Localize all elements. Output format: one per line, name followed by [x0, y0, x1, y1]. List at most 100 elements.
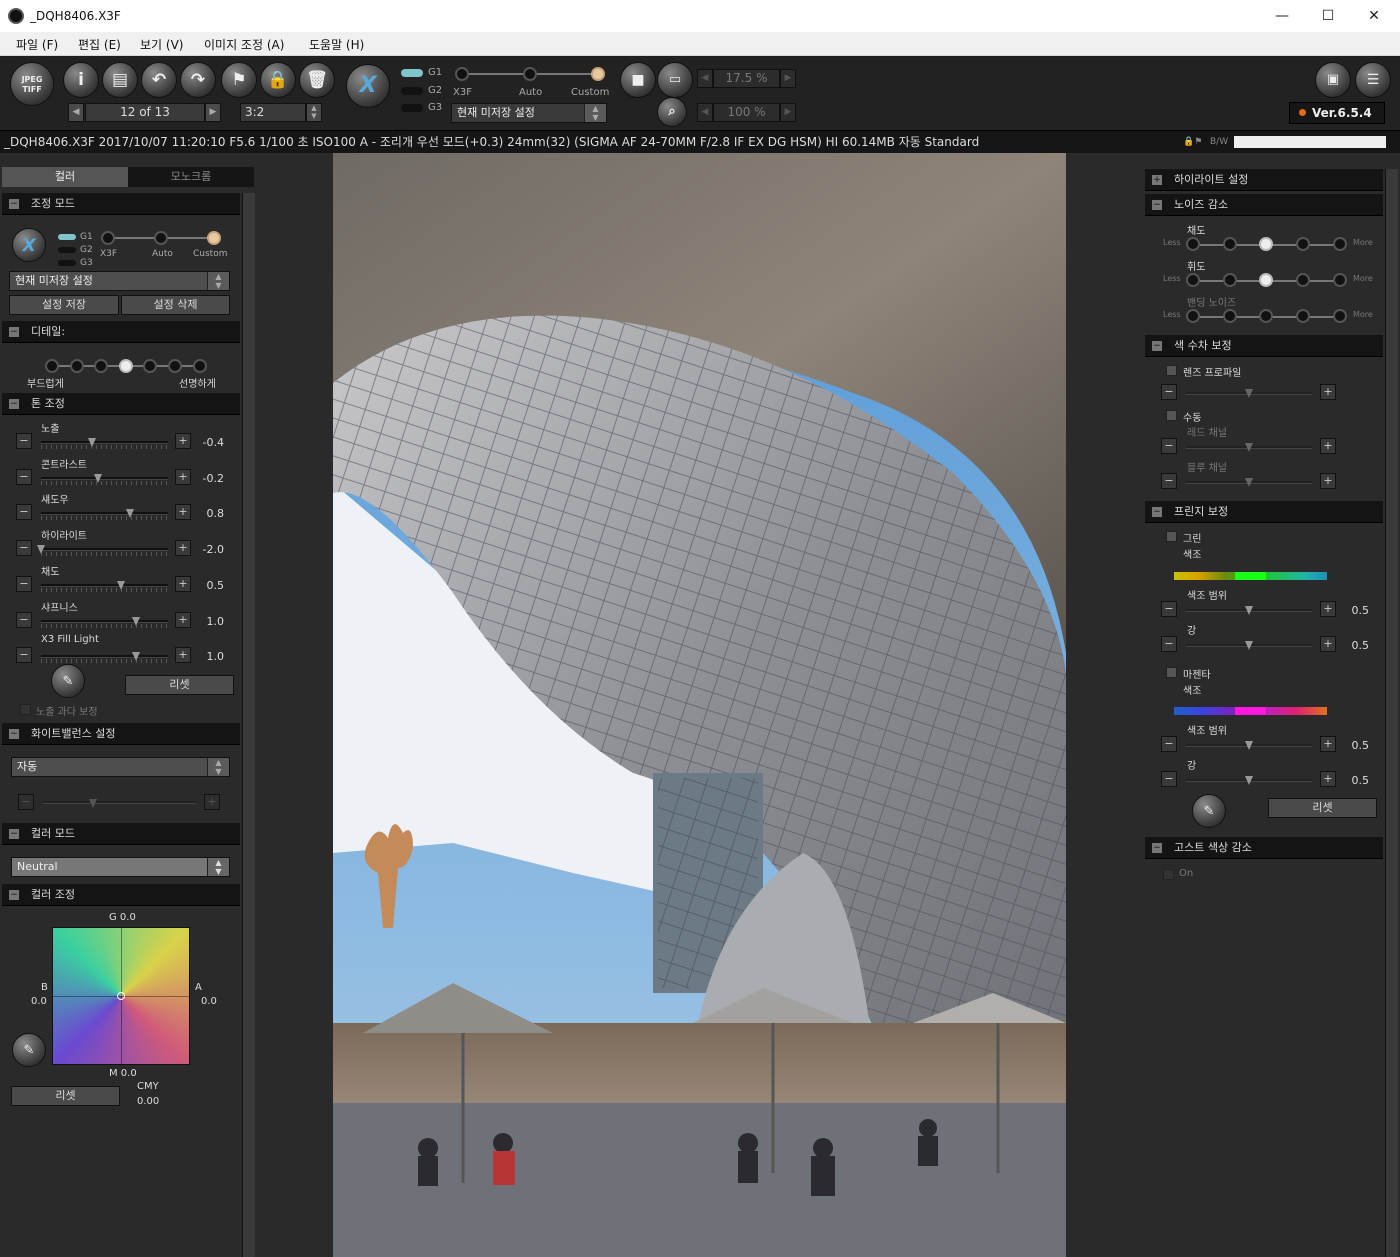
detail-level-5[interactable] — [143, 359, 158, 373]
section-adjust-mode[interactable]: − 조정 모드 — [2, 193, 240, 215]
menu-edit[interactable]: 편집 (E) — [78, 36, 121, 53]
noise-level-knob[interactable] — [1259, 273, 1274, 287]
mode-g3-button[interactable] — [401, 104, 423, 112]
green-hue-range[interactable] — [1235, 572, 1266, 580]
magenta-amount-minus-button[interactable]: − — [1161, 771, 1177, 787]
tone-slider-track[interactable] — [41, 441, 168, 444]
adjust-g1-button[interactable] — [58, 234, 76, 240]
tone-slider-track[interactable] — [41, 548, 168, 552]
magenta-range-slider-thumb[interactable] — [1245, 741, 1253, 750]
noise-level-knob[interactable] — [1222, 273, 1237, 287]
tone-reset-button[interactable]: 리셋 — [125, 675, 234, 695]
menu-file[interactable]: 파일 (F) — [16, 36, 58, 53]
lens-minus-button[interactable]: − — [1161, 384, 1177, 400]
green-range-slider-thumb[interactable] — [1245, 606, 1253, 615]
noise-level-knob[interactable] — [1186, 273, 1200, 287]
zoom-actual-next-button[interactable]: ▶ — [780, 103, 796, 122]
tone-plus-button[interactable]: + — [175, 647, 191, 664]
tone-plus-button[interactable]: + — [175, 468, 191, 485]
adjust-preset-select[interactable]: 현재 미저장 설정 ▲ ▼ — [9, 271, 230, 291]
flag-icon[interactable]: ⚑ — [221, 62, 257, 98]
noise-level-knob[interactable] — [1259, 237, 1274, 251]
tab-color[interactable]: 컬러 — [2, 167, 128, 187]
section-color-adjust[interactable]: − 컬러 조정 — [2, 884, 240, 906]
magenta-amount-plus-button[interactable]: + — [1320, 771, 1336, 787]
aspect-ratio-stepper-icon[interactable]: ▲ ▼ — [306, 103, 322, 122]
tone-slider-thumb[interactable] — [132, 616, 141, 626]
noise-level-knob[interactable] — [1296, 273, 1311, 287]
section-tone[interactable]: − 톤 조정 — [2, 393, 240, 415]
lens-plus-button[interactable]: + — [1320, 384, 1336, 400]
green-range-minus-button[interactable]: − — [1161, 601, 1177, 617]
green-amount-plus-button[interactable]: + — [1320, 636, 1336, 652]
adjust-option-x3f[interactable] — [101, 231, 115, 245]
prev-image-button[interactable]: ◀ — [68, 103, 84, 122]
detail-level-7[interactable] — [192, 359, 207, 373]
tone-plus-button[interactable]: + — [175, 433, 191, 449]
red-minus-button[interactable]: − — [1161, 438, 1177, 454]
tone-minus-button[interactable]: − — [16, 540, 32, 557]
tone-minus-button[interactable]: − — [16, 575, 32, 592]
section-white-balance[interactable]: − 화이트밸런스 설정 — [2, 723, 240, 745]
next-image-button[interactable]: ▶ — [205, 103, 221, 122]
detail-level-2[interactable] — [69, 359, 84, 373]
menu-view[interactable]: 보기 (V) — [140, 36, 183, 53]
left-panel-scrollbar[interactable] — [242, 193, 255, 1257]
mode-option-auto[interactable] — [523, 67, 537, 81]
tone-slider-track[interactable] — [41, 512, 168, 516]
save-settings-button[interactable]: 설정 저장 — [9, 295, 119, 315]
tone-minus-button[interactable]: − — [16, 468, 32, 485]
zoom-icon[interactable]: ⌕ — [657, 97, 687, 127]
wb-slider-track[interactable] — [43, 801, 196, 804]
tone-slider-thumb[interactable] — [37, 545, 45, 555]
image-preview[interactable] — [333, 153, 1066, 1257]
detail-level-6[interactable] — [168, 359, 182, 373]
wb-minus-button[interactable]: − — [18, 794, 34, 810]
noise-level-knob[interactable] — [1222, 237, 1237, 251]
section-ghost-color[interactable]: − 고스트 색상 감소 — [1145, 837, 1383, 859]
red-plus-button[interactable]: + — [1320, 438, 1336, 454]
color-wheel-pad[interactable] — [52, 927, 190, 1065]
tone-plus-button[interactable]: + — [175, 611, 191, 628]
color-pad-handle[interactable] — [117, 992, 125, 1000]
rotate-right-icon[interactable]: ↷ — [180, 62, 216, 98]
minimize-button[interactable]: — — [1272, 6, 1292, 26]
noise-level-knob[interactable] — [1186, 237, 1200, 251]
color-mode-select[interactable]: Neutral ▲ ▼ — [11, 857, 230, 877]
tone-slider-thumb[interactable] — [117, 580, 125, 590]
wb-slider-thumb[interactable] — [89, 799, 97, 808]
mode-g2-button[interactable] — [401, 87, 423, 95]
adjust-option-auto[interactable] — [154, 231, 168, 245]
tone-plus-button[interactable]: + — [175, 540, 191, 557]
magenta-fringe-checkbox[interactable] — [1166, 667, 1177, 678]
green-amount-minus-button[interactable]: − — [1161, 636, 1177, 652]
red-slider-thumb[interactable] — [1245, 443, 1253, 452]
tone-slider-track[interactable] — [41, 619, 168, 623]
delete-settings-button[interactable]: 설정 삭제 — [121, 295, 230, 315]
blue-plus-button[interactable]: + — [1320, 473, 1336, 489]
fringe-eyedropper-icon[interactable]: ✎ — [1192, 794, 1226, 828]
magenta-amount-slider-thumb[interactable] — [1245, 776, 1253, 785]
maximize-button[interactable]: ☐ — [1318, 6, 1338, 26]
noise-level-knob[interactable] — [1222, 309, 1237, 323]
tone-minus-button[interactable]: − — [16, 611, 32, 628]
preset-select[interactable]: 현재 미저장 설정 ▲ ▼ — [451, 103, 607, 123]
green-amount-slider-thumb[interactable] — [1245, 641, 1253, 650]
detail-level-4[interactable] — [118, 359, 133, 373]
section-color-mode[interactable]: − 컬러 모드 — [2, 823, 240, 845]
lens-profile-checkbox[interactable] — [1166, 365, 1177, 376]
magenta-range-plus-button[interactable]: + — [1320, 736, 1336, 752]
mode-g1-button[interactable] — [401, 69, 423, 77]
color-eyedropper-icon[interactable]: ✎ — [12, 1033, 46, 1067]
adjust-option-custom[interactable] — [207, 231, 221, 245]
ghost-on-checkbox[interactable] — [1163, 869, 1174, 880]
magenta-range-minus-button[interactable]: − — [1161, 736, 1177, 752]
blue-minus-button[interactable]: − — [1161, 473, 1177, 489]
noise-level-knob[interactable] — [1296, 237, 1311, 251]
print-icon[interactable]: ▤ — [102, 62, 138, 98]
adjust-g2-button[interactable] — [58, 247, 76, 253]
overexposure-checkbox[interactable] — [20, 704, 31, 715]
noise-level-knob[interactable] — [1296, 309, 1311, 323]
trash-icon[interactable]: 🗑 — [299, 62, 335, 98]
lock-icon[interactable]: 🔒 — [260, 62, 296, 98]
